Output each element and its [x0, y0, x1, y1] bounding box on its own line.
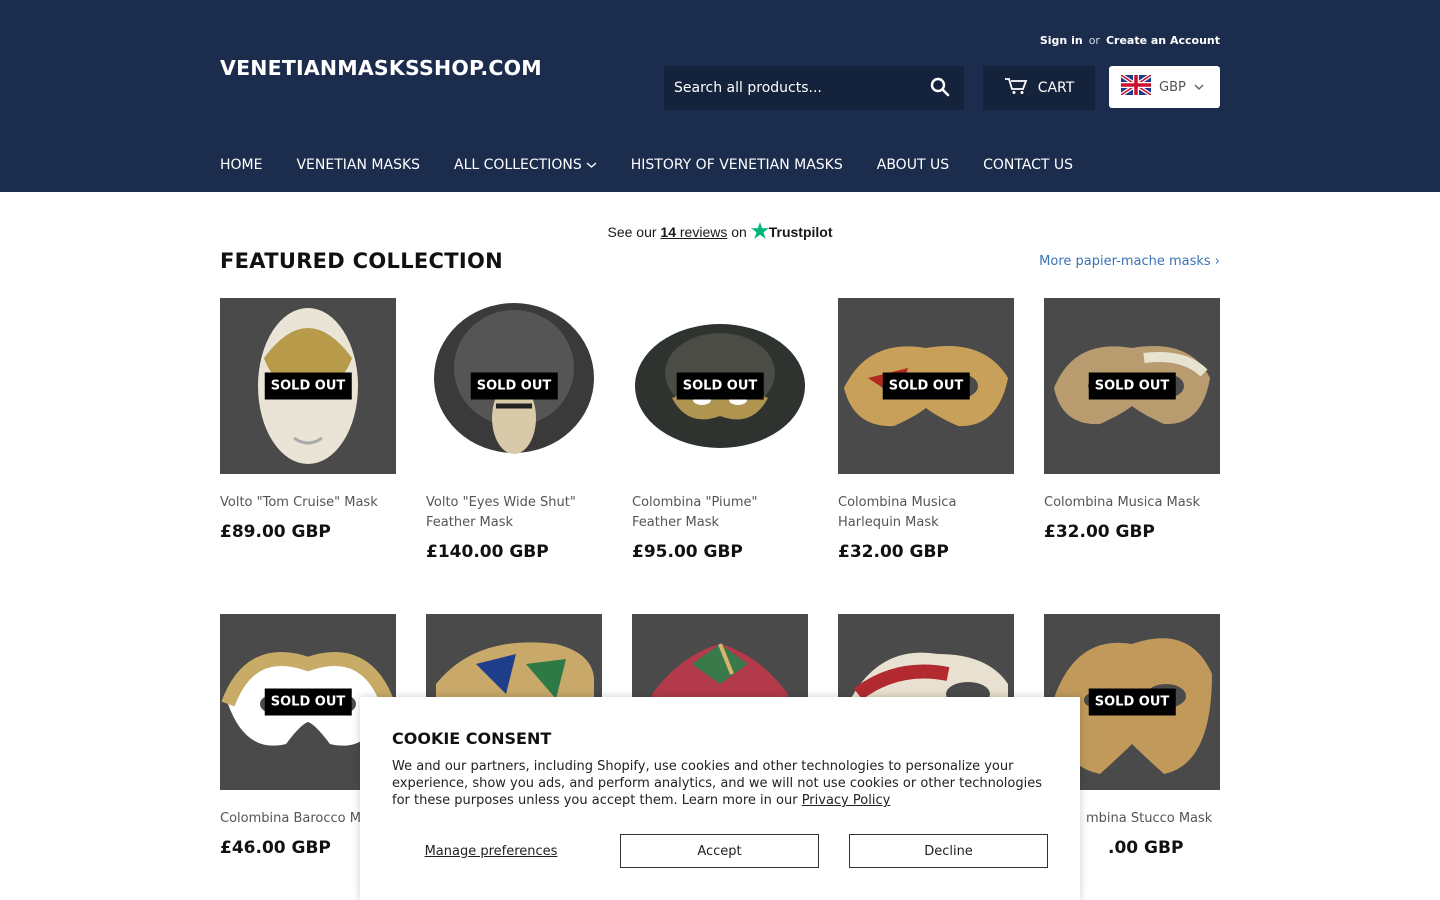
nav-about-us-label: ABOUT US — [876, 157, 950, 173]
decline-button[interactable]: Decline — [849, 834, 1048, 868]
product-image-feather-mask[interactable]: SOLD OUT — [426, 298, 602, 474]
product-image-volto-mask[interactable]: SOLD OUT — [220, 298, 396, 474]
product-image-harlequin-mask[interactable]: SOLD OUT — [838, 298, 1014, 474]
trustpilot-reviews: reviews — [679, 224, 728, 240]
nav-contact-us-label: CONTACT US — [983, 157, 1074, 173]
search-input[interactable] — [664, 80, 914, 96]
sold-out-badge: SOLD OUT — [676, 372, 764, 400]
main-nav: HOME VENETIAN MASKS ALL COLLECTIONS HIST… — [220, 157, 1107, 173]
nav-home[interactable]: HOME — [220, 157, 262, 173]
sold-out-badge: SOLD OUT — [264, 688, 352, 716]
product-name[interactable]: Colombina "Piume" Feather Mask — [632, 493, 808, 533]
nav-venetian-masks-label: VENETIAN MASKS — [296, 157, 421, 173]
product-price: £32.00 GBP — [838, 542, 949, 562]
product-grid-row-1: SOLD OUT Volto "Tom Cruise" Mask £89.00 … — [220, 298, 1220, 562]
sold-out-badge: SOLD OUT — [470, 372, 558, 400]
uk-flag-icon — [1119, 73, 1153, 99]
product-price: £95.00 GBP — [632, 542, 743, 562]
manage-preferences-link[interactable]: Manage preferences — [392, 844, 590, 859]
search-icon[interactable] — [930, 77, 952, 99]
nav-home-label: HOME — [220, 157, 263, 173]
product-name[interactable]: Volto "Tom Cruise" Mask — [220, 493, 396, 513]
trustpilot-on: on — [731, 224, 747, 240]
site-logo[interactable]: VENETIANMASKSSHOP.COM — [220, 56, 542, 80]
sold-out-badge: SOLD OUT — [882, 372, 970, 400]
sold-out-badge: SOLD OUT — [264, 372, 352, 400]
nav-venetian-masks[interactable]: VENETIAN MASKS — [296, 157, 420, 173]
currency-selector[interactable]: GBP — [1109, 66, 1220, 108]
product-name[interactable]: Volto "Eyes Wide Shut" Feather Mask — [426, 493, 602, 533]
product-name[interactable]: Colombina Musica Mask — [1044, 493, 1220, 513]
search-bar — [664, 66, 964, 110]
chevron-down-icon — [586, 157, 597, 173]
product-price: £140.00 GBP — [426, 542, 549, 562]
nav-all-collections[interactable]: ALL COLLECTIONS — [454, 157, 597, 173]
section-title: FEATURED COLLECTION — [220, 249, 503, 273]
currency-code: GBP — [1159, 79, 1186, 95]
product-card[interactable]: SOLD OUT Colombina Musica Harlequin Mask… — [838, 298, 1014, 562]
cart-label: CART — [1037, 80, 1075, 96]
site-header: VENETIANMASKSSHOP.COM Sign in or Create an… — [0, 0, 1440, 192]
nav-all-collections-label: ALL COLLECTIONS — [454, 157, 582, 173]
nav-history-label: HISTORY OF VENETIAN MASKS — [630, 157, 843, 173]
product-image-musica-mask[interactable]: SOLD OUT — [1044, 298, 1220, 474]
nav-contact-us[interactable]: CONTACT US — [983, 157, 1073, 173]
cookie-consent-banner: COOKIE CONSENT We and our partners, incl… — [360, 697, 1080, 900]
product-card[interactable]: SOLD OUT Volto "Tom Cruise" Mask £89.00 … — [220, 298, 396, 562]
more-masks-link[interactable]: More papier-mache masks › — [1039, 254, 1220, 269]
product-card[interactable]: SOLD OUT Colombina Musica Mask £32.00 GB… — [1044, 298, 1220, 562]
cookie-body: We and our partners, including Shopify, … — [392, 759, 1043, 808]
trustpilot-count: 14 — [660, 224, 676, 240]
create-account-link[interactable]: Create an Account — [1106, 34, 1220, 47]
sold-out-badge: SOLD OUT — [1088, 372, 1176, 400]
trustpilot-brand: Trustpilot — [768, 224, 833, 240]
cart-button[interactable]: CART — [983, 66, 1095, 110]
cookie-title: COOKIE CONSENT — [392, 729, 552, 748]
account-links: Sign in or Create an Account — [1040, 34, 1220, 47]
product-image-piume-mask[interactable]: SOLD OUT — [632, 298, 808, 474]
product-name[interactable]: Colombina Musica Harlequin Mask — [838, 493, 1014, 533]
product-price: £32.00 GBP — [1044, 522, 1155, 542]
cart-icon — [1004, 77, 1028, 99]
privacy-policy-link[interactable]: Privacy Policy — [802, 793, 891, 808]
product-card[interactable]: SOLD OUT Colombina "Piume" Feather Mask … — [632, 298, 808, 562]
accept-button[interactable]: Accept — [620, 834, 819, 868]
product-price: £89.00 GBP — [220, 522, 331, 542]
trustpilot-star-icon — [750, 222, 769, 240]
sold-out-badge: SOLD OUT — [1088, 688, 1176, 716]
product-card[interactable]: SOLD OUT Volto "Eyes Wide Shut" Feather … — [426, 298, 602, 562]
cookie-text: We and our partners, including Shopify, … — [392, 758, 1048, 809]
nav-about-us[interactable]: ABOUT US — [877, 157, 949, 173]
chevron-down-icon — [1194, 80, 1204, 95]
nav-history[interactable]: HISTORY OF VENETIAN MASKS — [631, 157, 843, 173]
trustpilot-widget[interactable]: See our 14 reviews on Trustpilot — [0, 222, 1440, 240]
cookie-buttons: Manage preferences Accept Decline — [392, 834, 1048, 868]
or-text: or — [1088, 34, 1100, 47]
sign-in-link[interactable]: Sign in — [1040, 34, 1083, 47]
trustpilot-prefix: See our — [607, 224, 657, 240]
